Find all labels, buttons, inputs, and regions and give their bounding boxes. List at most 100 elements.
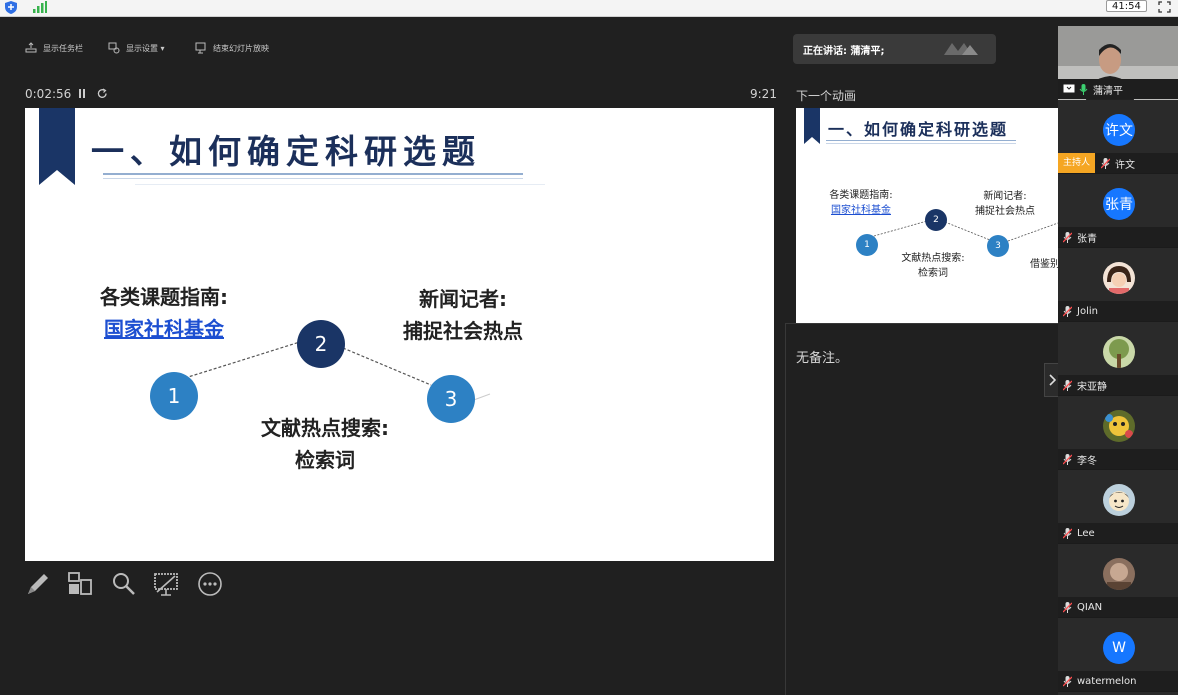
participant-tile[interactable]: 张青 张青 — [1058, 174, 1178, 248]
avatar: 许文 — [1103, 114, 1135, 146]
microphone-muted-icon — [1063, 453, 1072, 465]
microphone-muted-icon — [1063, 305, 1072, 317]
participant-tile[interactable]: QIAN — [1058, 544, 1178, 618]
system-bar: 41:54 — [0, 0, 1178, 17]
end-slideshow-icon — [195, 42, 206, 54]
preview-reporter-label: 新闻记者: 捕捉社会热点 — [970, 189, 1040, 219]
preview-step-circle-3: 3 — [987, 235, 1009, 257]
end-slideshow-button[interactable]: 结束幻灯片放映 — [195, 37, 269, 59]
pause-icon[interactable] — [77, 88, 87, 99]
step-circle-2: 2 — [297, 320, 345, 368]
literature-label: 文献热点搜索: 检索词 — [245, 412, 405, 476]
preview-guide-text: 各类课题指南: — [829, 190, 893, 201]
all-slides-icon[interactable] — [66, 570, 94, 598]
social-science-fund-link[interactable]: 国家社科基金 — [94, 313, 234, 345]
avatar — [1103, 336, 1135, 368]
avatar: 张青 — [1103, 188, 1135, 220]
participant-name: Jolin — [1077, 305, 1098, 317]
end-slideshow-label: 结束幻灯片放映 — [213, 43, 269, 53]
current-speaker-text: 正在讲话: 蒲清平; — [803, 46, 885, 57]
participant-name: 张青 — [1077, 233, 1097, 245]
preview-guide-label: 各类课题指南: 国家社科基金 — [826, 188, 896, 218]
fullscreen-icon[interactable] — [1158, 1, 1171, 13]
microphone-active-icon — [1079, 83, 1088, 95]
participant-namebar: 蒲清平 — [1058, 79, 1178, 99]
participant-tile[interactable]: Jolin — [1058, 248, 1178, 322]
participants-panel: 蒲清平 许文 主持人 许文 张青 张青 Jolin 宋亚静 李冬 Lee QIA… — [1058, 26, 1178, 695]
participant-tile[interactable]: 李冬 — [1058, 396, 1178, 470]
clock-time: 9:21 — [750, 87, 777, 101]
collapse-participants-button[interactable] — [1044, 363, 1058, 397]
participant-name: 宋亚静 — [1077, 381, 1107, 393]
microphone-muted-icon — [1101, 157, 1111, 169]
chevron-right-icon — [1048, 374, 1056, 386]
show-taskbar-label: 显示任务栏 — [43, 43, 83, 53]
current-speaker-indicator: 正在讲话: 蒲清平; — [793, 34, 996, 64]
black-screen-icon[interactable] — [152, 570, 180, 598]
preview-cut-label: 借鉴别 — [1030, 259, 1058, 270]
panel-divider — [785, 323, 786, 695]
meeting-timer: 41:54 — [1106, 0, 1147, 12]
participant-namebar: Lee — [1058, 523, 1178, 543]
next-slide-preview[interactable]: 一、如何确定科研选题 1 2 3 各类课题指南: 国家社科基金 新闻记者: 捕捉… — [796, 108, 1058, 323]
step-circle-1: 1 — [150, 372, 198, 420]
signal-icon[interactable] — [33, 1, 47, 13]
taskbar-icon — [25, 42, 37, 53]
participant-namebar: QIAN — [1058, 597, 1178, 617]
reporter-label-line2: 捕捉社会热点 — [403, 319, 523, 343]
avatar: W — [1103, 632, 1135, 664]
preview-literature-label: 文献热点搜索: 检索词 — [898, 251, 968, 281]
avatar — [1103, 484, 1135, 516]
host-badge: 主持人 — [1058, 153, 1096, 173]
screen-share-icon — [1063, 84, 1075, 92]
participant-tile[interactable]: Lee — [1058, 470, 1178, 544]
participant-name: watermelon — [1077, 675, 1137, 687]
literature-label-line2: 检索词 — [295, 448, 355, 472]
microphone-muted-icon — [1063, 527, 1072, 539]
microphone-muted-icon — [1063, 601, 1072, 613]
reset-timer-icon[interactable] — [97, 88, 108, 99]
profile-photo-icon — [1103, 484, 1135, 516]
participant-namebar: 李冬 — [1058, 449, 1178, 469]
microphone-muted-icon — [1063, 231, 1072, 243]
reporter-label: 新闻记者: 捕捉社会热点 — [393, 283, 533, 347]
participant-tile[interactable]: 宋亚静 — [1058, 322, 1178, 396]
show-taskbar-button[interactable]: 显示任务栏 — [25, 37, 83, 59]
current-slide[interactable]: 一、如何确定科研选题 1 2 3 各类课题指南: 国家社科基金 新闻记者: 捕捉… — [25, 108, 774, 561]
guide-label: 各类课题指南: 国家社科基金 — [94, 281, 234, 345]
profile-photo-icon — [1103, 262, 1135, 294]
next-animation-label: 下一个动画 — [796, 89, 857, 103]
microphone-muted-icon — [1063, 675, 1072, 687]
participant-tile[interactable]: W watermelon — [1058, 618, 1178, 692]
more-options-icon[interactable] — [196, 570, 224, 598]
participant-namebar: Jolin — [1058, 301, 1178, 321]
preview-reporter-line1: 新闻记者: — [983, 191, 1027, 202]
participant-tile[interactable]: 许文 主持人 许文 — [1058, 100, 1178, 174]
panel-divider — [786, 323, 1058, 324]
speaker-notes: 无备注。 — [796, 351, 849, 366]
preview-step-circle-1: 1 — [856, 234, 878, 256]
participant-namebar: 宋亚静 — [1058, 375, 1178, 395]
shield-icon[interactable] — [5, 1, 17, 14]
preview-literature-line2: 检索词 — [918, 268, 948, 279]
participant-name: QIAN — [1077, 601, 1103, 613]
avatar — [1103, 262, 1135, 294]
reporter-label-line1: 新闻记者: — [419, 287, 507, 311]
app-logo-icon — [944, 43, 978, 55]
display-settings-label: 显示设置 ▾ — [126, 43, 165, 53]
profile-photo-icon — [1103, 336, 1135, 368]
profile-photo-icon — [1103, 410, 1135, 442]
step-circle-3: 3 — [427, 375, 475, 423]
zoom-icon[interactable] — [110, 570, 138, 598]
preview-step-circle-2: 2 — [925, 209, 947, 231]
preview-literature-line1: 文献热点搜索: — [901, 253, 965, 264]
elapsed-time: 0:02:56 — [25, 87, 72, 101]
participant-tile[interactable]: 蒲清平 — [1058, 26, 1178, 100]
guide-label-text: 各类课题指南: — [100, 285, 228, 309]
participant-name: 蒲清平 — [1093, 85, 1123, 97]
display-settings-button[interactable]: 显示设置 ▾ — [108, 37, 165, 59]
participant-name: 李冬 — [1077, 455, 1097, 467]
pen-icon[interactable] — [24, 570, 52, 598]
participant-namebar: watermelon — [1058, 671, 1178, 691]
participant-namebar: 主持人 许文 — [1058, 153, 1178, 173]
